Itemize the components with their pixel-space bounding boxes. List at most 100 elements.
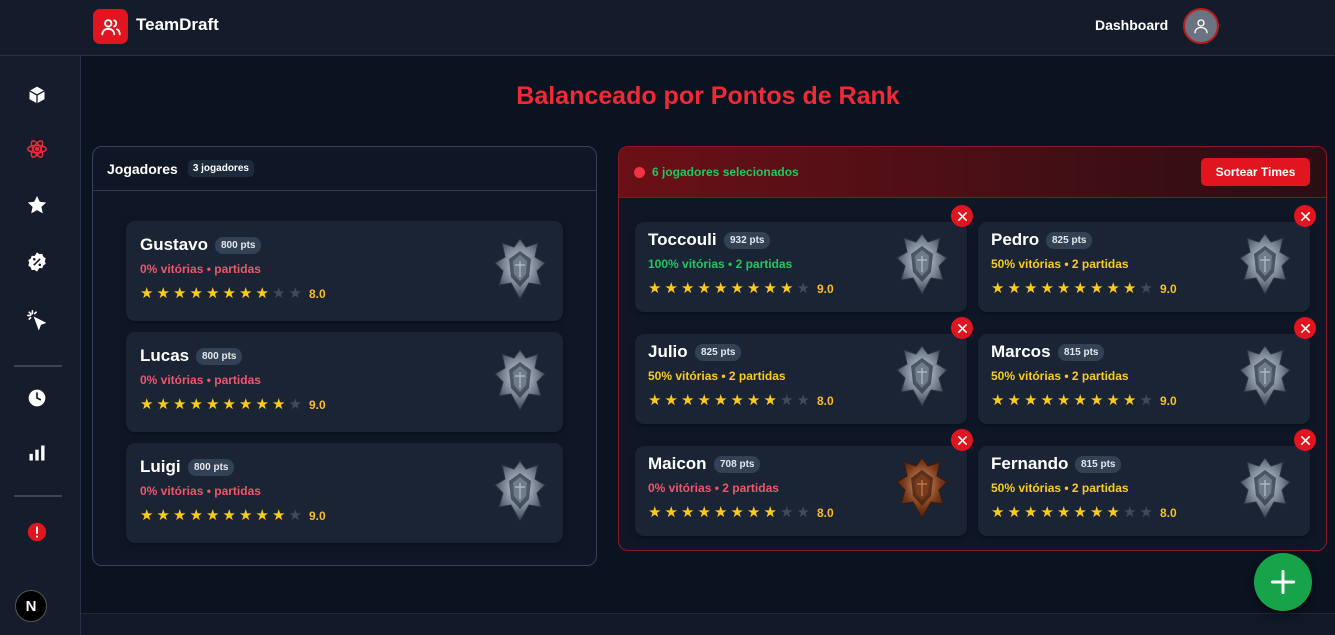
star-filled-icon: ★: [1040, 504, 1054, 521]
close-icon: [957, 323, 967, 333]
player-stats: 0% vitórias • partidas: [140, 484, 261, 498]
star-filled-icon: ★: [1073, 280, 1087, 297]
player-star-rating: ★ ★ ★ ★ ★ ★ ★ ★ ★ ★: [991, 505, 1155, 520]
star-empty-icon: ★: [288, 507, 302, 524]
player-name: Gustavo: [140, 235, 209, 254]
player-rating-value: 9.0: [1160, 282, 1177, 296]
star-filled-icon: ★: [255, 285, 269, 302]
player-stats: 0% vitórias • 2 partidas: [648, 481, 779, 495]
player-star-rating: ★ ★ ★ ★ ★ ★ ★ ★ ★ ★: [991, 281, 1155, 296]
player-name: Fernando: [991, 454, 1069, 473]
star-filled-icon: ★: [189, 396, 203, 413]
player-card[interactable]: Fernando 815 pts 50% vitórias • 2 partidas…: [978, 446, 1310, 536]
players-count-badge: 3 jogadores: [187, 160, 254, 177]
player-card[interactable]: Toccouli 932 pts 100% vitórias • 2 partida…: [635, 222, 967, 312]
star-filled-icon: ★: [173, 285, 187, 302]
click-cursor-icon[interactable]: [24, 307, 50, 333]
star-filled-icon: ★: [1123, 392, 1137, 409]
star-empty-icon: ★: [288, 285, 302, 302]
remove-player-button[interactable]: [1294, 205, 1316, 227]
brand-name[interactable]: TeamDraft: [136, 15, 219, 35]
user-avatar[interactable]: [1183, 8, 1219, 44]
star-filled-icon: ★: [648, 504, 662, 521]
bar-chart-icon[interactable]: [24, 440, 50, 466]
star-filled-icon: ★: [1040, 392, 1054, 409]
player-points-badge: 800 pts: [188, 459, 235, 476]
star-filled-icon: ★: [763, 504, 777, 521]
selected-panel-header: 6 jogadores selecionados Sortear Times: [619, 147, 1326, 198]
star-filled-icon: ★: [1106, 392, 1120, 409]
player-card[interactable]: Maicon 708 pts 0% vitórias • 2 partidas ★ ★ ★…: [635, 446, 967, 536]
star-empty-icon: ★: [1139, 504, 1153, 521]
player-stats: 50% vitórias • 2 partidas: [648, 369, 786, 383]
star-filled-icon: ★: [272, 507, 286, 524]
star-filled-icon: ★: [763, 280, 777, 297]
sidebar-divider: [14, 365, 62, 367]
percent-badge-icon[interactable]: [24, 249, 50, 275]
remove-player-button[interactable]: [1294, 429, 1316, 451]
star-empty-icon: ★: [796, 504, 810, 521]
star-filled-icon: ★: [206, 396, 220, 413]
dashboard-link[interactable]: Dashboard: [1095, 17, 1168, 33]
clock-icon[interactable]: [24, 385, 50, 411]
star-empty-icon: ★: [796, 280, 810, 297]
star-filled-icon: ★: [730, 504, 744, 521]
star-filled-icon: ★: [140, 507, 154, 524]
player-card[interactable]: Marcos 815 pts 50% vitórias • 2 partidas ★ ★…: [978, 334, 1310, 424]
star-filled-icon: ★: [697, 280, 711, 297]
star-filled-icon: ★: [664, 280, 678, 297]
star-filled-icon: ★: [697, 392, 711, 409]
cube-icon[interactable]: [24, 82, 50, 108]
user-icon: [1194, 19, 1208, 34]
remove-player-button[interactable]: [951, 205, 973, 227]
player-card[interactable]: Gustavo 800 pts 0% vitórias • partidas ★ ★ ★ ★…: [126, 221, 563, 321]
star-filled-icon: ★: [1007, 504, 1021, 521]
remove-player-button[interactable]: [951, 429, 973, 451]
player-star-rating: ★ ★ ★ ★ ★ ★ ★ ★ ★ ★: [140, 508, 304, 523]
player-card[interactable]: Luigi 800 pts 0% vitórias • partidas ★ ★ ★ ★ ★ ★…: [126, 443, 563, 543]
star-filled-icon: ★: [206, 285, 220, 302]
player-card[interactable]: Pedro 825 pts 50% vitórias • 2 partidas ★ ★ ★…: [978, 222, 1310, 312]
star-filled-icon: ★: [697, 504, 711, 521]
nextjs-badge[interactable]: N: [15, 590, 47, 622]
player-points-badge: 800 pts: [196, 348, 243, 365]
player-stats: 0% vitórias • partidas: [140, 373, 261, 387]
star-filled-icon: ★: [1024, 504, 1038, 521]
star-filled-icon: ★: [1073, 392, 1087, 409]
player-rating-value: 8.0: [1160, 506, 1177, 520]
star-empty-icon: ★: [288, 396, 302, 413]
star-filled-icon: ★: [272, 396, 286, 413]
star-filled-icon: ★: [140, 285, 154, 302]
player-star-rating: ★ ★ ★ ★ ★ ★ ★ ★ ★ ★: [648, 393, 812, 408]
player-star-rating: ★ ★ ★ ★ ★ ★ ★ ★ ★ ★: [991, 393, 1155, 408]
star-filled-icon: ★: [1090, 280, 1104, 297]
alert-icon[interactable]: [24, 519, 50, 545]
star-empty-icon: ★: [272, 285, 286, 302]
app-logo[interactable]: [93, 9, 128, 44]
star-filled-icon: ★: [1073, 504, 1087, 521]
remove-player-button[interactable]: [951, 317, 973, 339]
rank-emblem-icon: [493, 237, 547, 301]
player-rating-value: 9.0: [817, 282, 834, 296]
sort-teams-button[interactable]: Sortear Times: [1201, 158, 1310, 186]
star-filled-icon: ★: [1057, 392, 1071, 409]
player-card[interactable]: Julio 825 pts 50% vitórias • 2 partidas ★ ★ ★…: [635, 334, 967, 424]
atom-icon[interactable]: [24, 136, 50, 162]
star-filled-icon: ★: [1106, 504, 1120, 521]
star-filled-icon: ★: [780, 280, 794, 297]
star-icon[interactable]: [24, 192, 50, 218]
star-filled-icon: ★: [648, 280, 662, 297]
star-filled-icon: ★: [140, 396, 154, 413]
close-icon: [1300, 211, 1310, 221]
close-icon: [957, 211, 967, 221]
player-stats: 100% vitórias • 2 partidas: [648, 257, 793, 271]
remove-player-button[interactable]: [1294, 317, 1316, 339]
player-stats: 50% vitórias • 2 partidas: [991, 257, 1129, 271]
player-card[interactable]: Lucas 800 pts 0% vitórias • partidas ★ ★ ★ ★ ★ ★…: [126, 332, 563, 432]
star-filled-icon: ★: [222, 396, 236, 413]
users-icon: [100, 18, 121, 35]
star-filled-icon: ★: [239, 285, 253, 302]
player-points-badge: 825 pts: [695, 344, 742, 361]
add-button[interactable]: [1254, 553, 1312, 611]
star-filled-icon: ★: [991, 504, 1005, 521]
